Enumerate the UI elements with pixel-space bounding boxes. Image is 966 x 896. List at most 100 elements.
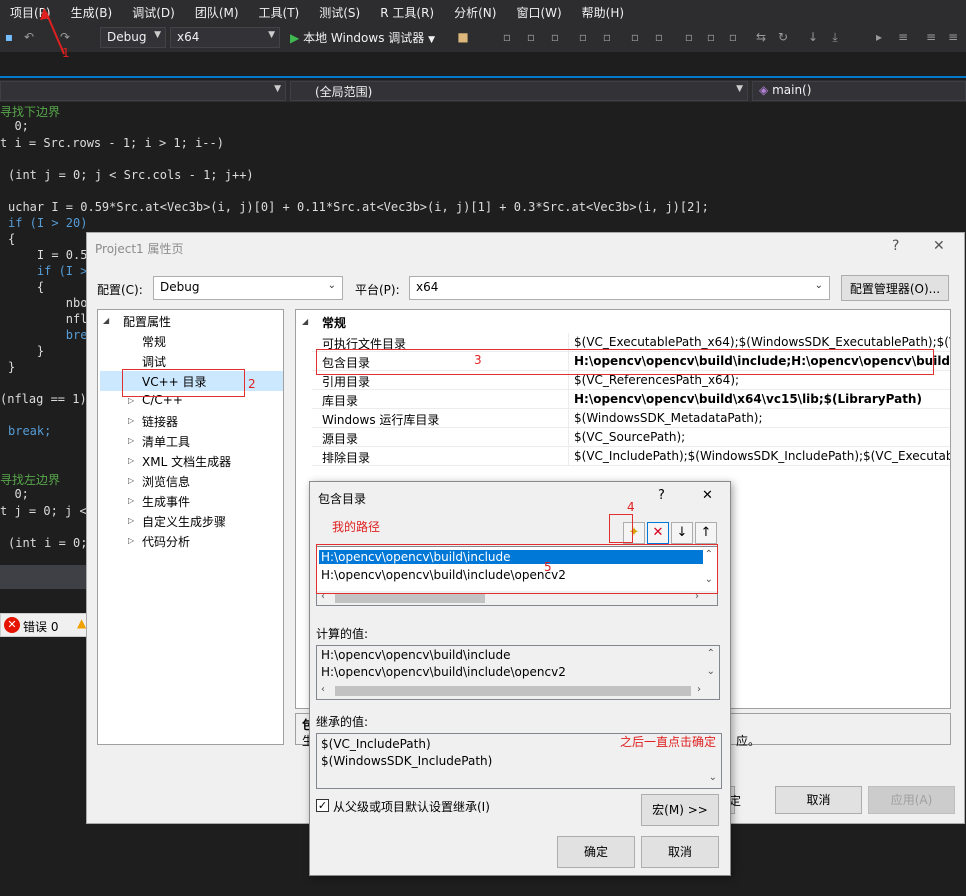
- save-icon[interactable]: ▪: [2, 30, 16, 44]
- tree-item-manifest[interactable]: 清单工具: [142, 433, 190, 450]
- cancel-button[interactable]: 取消: [641, 836, 719, 868]
- collapsed-icon[interactable]: ▷: [128, 396, 134, 405]
- property-row[interactable]: Windows 运行库目录 $(WindowsSDK_MetadataPath);: [312, 409, 950, 428]
- toolbar-icon[interactable]: ▫: [600, 30, 614, 44]
- undo-icon[interactable]: ↶: [22, 30, 36, 44]
- horizontal-scrollbar[interactable]: ‹ ›: [317, 684, 719, 698]
- scroll-left-icon[interactable]: ‹: [321, 684, 325, 695]
- tree-root[interactable]: 配置属性: [123, 313, 171, 330]
- toolbar-icon[interactable]: ▫: [500, 30, 514, 44]
- scroll-thumb[interactable]: [335, 593, 485, 603]
- inherited-item: $(VC_IncludePath): [321, 737, 431, 751]
- toolbar-icon[interactable]: ▫: [524, 30, 538, 44]
- toolbar-icon[interactable]: ≡: [896, 30, 910, 44]
- toolbar-icon[interactable]: ▫: [576, 30, 590, 44]
- start-debugging-button[interactable]: ▶ 本地 Windows 调试器 ▼: [290, 29, 435, 46]
- solution-config-value: Debug: [107, 30, 147, 44]
- move-down-button[interactable]: ↓: [671, 522, 693, 544]
- delete-line-button[interactable]: ✕: [647, 522, 669, 544]
- code-line: if (I >: [8, 264, 88, 278]
- collapsed-icon[interactable]: ▷: [128, 496, 134, 505]
- toolbar-icon[interactable]: ▫: [548, 30, 562, 44]
- collapsed-icon[interactable]: ▷: [128, 516, 134, 525]
- collapsed-icon[interactable]: ▷: [128, 436, 134, 445]
- menu-project[interactable]: 项目(P): [0, 4, 61, 21]
- macros-button[interactable]: 宏(M) >>: [641, 794, 719, 826]
- project-combo[interactable]: ▼: [0, 81, 286, 101]
- cancel-button[interactable]: 取消: [775, 786, 862, 814]
- config-manager-button[interactable]: 配置管理器(O)...: [841, 275, 949, 301]
- tree-item-linker[interactable]: 链接器: [142, 413, 178, 430]
- tree-item-build-events[interactable]: 生成事件: [142, 493, 190, 510]
- property-row[interactable]: 源目录 $(VC_SourcePath);: [312, 428, 950, 447]
- folder-icon[interactable]: ■: [456, 30, 470, 44]
- help-button[interactable]: ?: [892, 238, 899, 254]
- collapsed-icon[interactable]: ▷: [128, 456, 134, 465]
- function-combo[interactable]: ◈ main(): [752, 81, 966, 101]
- tree-item-browse[interactable]: 浏览信息: [142, 473, 190, 490]
- toolbar-icon[interactable]: ≡: [924, 30, 938, 44]
- toolbar-icon[interactable]: ▸: [872, 30, 886, 44]
- property-row[interactable]: 库目录 H:\opencv\opencv\build\x64\vc15\lib;$…: [312, 390, 950, 409]
- scroll-down-icon[interactable]: ⌄: [709, 772, 717, 783]
- scope-combo[interactable]: (全局范围) ▼: [290, 81, 748, 101]
- collapsed-icon[interactable]: ▷: [128, 416, 134, 425]
- scroll-down-icon[interactable]: ⌄: [707, 666, 715, 677]
- menu-analyze[interactable]: 分析(N): [444, 4, 506, 21]
- menu-test[interactable]: 测试(S): [309, 4, 370, 21]
- toolbar-icon[interactable]: ▫: [726, 30, 740, 44]
- close-button[interactable]: ✕: [933, 238, 945, 254]
- annotation-label: 3: [474, 353, 482, 367]
- description-tail: 应。: [736, 734, 761, 748]
- toolbar-icon[interactable]: ⇆: [754, 30, 768, 44]
- tree-item-custom-build[interactable]: 自定义生成步骤: [142, 513, 226, 530]
- tree-item-debugging[interactable]: 调试: [142, 353, 166, 370]
- menu-build[interactable]: 生成(B): [61, 4, 123, 21]
- code-line: {: [8, 232, 16, 246]
- inherit-checkbox-label[interactable]: 从父级或项目默认设置继承(I): [333, 798, 490, 815]
- warning-icon: ▲: [77, 616, 87, 630]
- scroll-thumb[interactable]: [335, 686, 691, 696]
- check-icon: ✓: [317, 799, 328, 812]
- arrow-down-icon[interactable]: ↓: [806, 30, 820, 44]
- refresh-icon[interactable]: ↻: [776, 30, 790, 44]
- redo-icon[interactable]: ↷: [58, 30, 72, 44]
- platform-combo[interactable]: x64 ⌄: [409, 276, 830, 300]
- collapsed-icon[interactable]: ▷: [128, 536, 134, 545]
- toolbar-icon[interactable]: ▫: [652, 30, 666, 44]
- menu-r-tools[interactable]: R 工具(R): [370, 4, 444, 21]
- toolbar-icon[interactable]: ▫: [704, 30, 718, 44]
- platform-combo[interactable]: x64 ▼: [170, 27, 280, 48]
- tree-item-general[interactable]: 常规: [142, 333, 166, 350]
- config-combo[interactable]: Debug ⌄: [153, 276, 343, 300]
- close-button[interactable]: ✕: [702, 488, 713, 503]
- menu-help[interactable]: 帮助(H): [572, 4, 634, 21]
- help-button[interactable]: ?: [658, 488, 665, 503]
- toolbar-icon[interactable]: ▫: [682, 30, 696, 44]
- tree-item-xml[interactable]: XML 文档生成器: [142, 453, 231, 470]
- code-line: break;: [8, 424, 52, 438]
- scroll-right-icon[interactable]: ›: [697, 684, 701, 695]
- solution-config-combo[interactable]: Debug ▼: [100, 27, 166, 48]
- inherit-checkbox[interactable]: ✓: [316, 799, 329, 812]
- property-row[interactable]: 排除目录 $(VC_IncludePath);$(WindowsSDK_Inclu…: [312, 447, 950, 466]
- annotation-label: 之后一直点击确定: [620, 735, 717, 749]
- move-up-button[interactable]: ↑: [695, 522, 717, 544]
- menu-debug[interactable]: 调试(D): [122, 4, 185, 21]
- scroll-up-icon[interactable]: ⌃: [707, 648, 715, 659]
- chevron-down-icon: ⌄: [814, 280, 823, 291]
- collapsed-icon[interactable]: ▷: [128, 476, 134, 485]
- toolbar-icon[interactable]: ▫: [628, 30, 642, 44]
- inherited-label: 继承的值:: [316, 715, 369, 729]
- tree-item-code-analysis[interactable]: 代码分析: [142, 533, 190, 550]
- download-icon[interactable]: ⤓: [828, 30, 842, 44]
- menu-window[interactable]: 窗口(W): [506, 4, 571, 21]
- ok-button[interactable]: 确定: [557, 836, 635, 868]
- menu-team[interactable]: 团队(M): [185, 4, 249, 21]
- error-filter[interactable]: ✕ 错误 0 ▲: [0, 613, 88, 637]
- divider: [568, 409, 569, 428]
- toolbar-icon[interactable]: ≡: [946, 30, 960, 44]
- property-value: H:\opencv\opencv\build\x64\vc15\lib;$(Li…: [574, 392, 922, 406]
- property-name: Windows 运行库目录: [322, 413, 440, 427]
- menu-tools[interactable]: 工具(T): [249, 4, 310, 21]
